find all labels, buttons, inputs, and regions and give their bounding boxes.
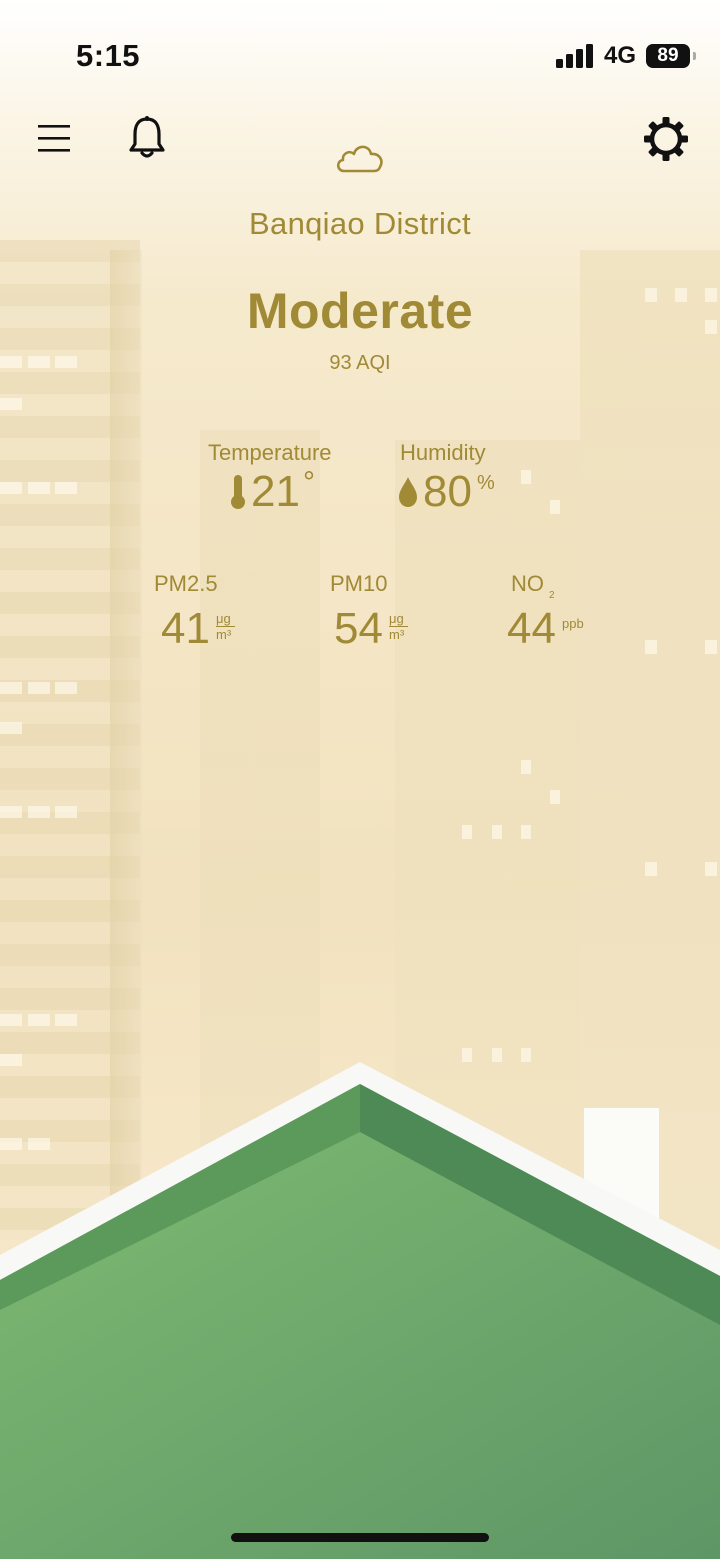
humidity-label: Humidity (400, 440, 486, 465)
signal-icon (555, 44, 593, 68)
pm10-unit-bottom: m³ (389, 627, 405, 642)
settings-button[interactable] (641, 114, 691, 164)
air-quality-level: Moderate (246, 283, 474, 339)
building-window (550, 790, 560, 804)
thermometer-icon (231, 475, 245, 509)
building-window (645, 862, 657, 876)
pm25-label: PM2.5 (154, 571, 218, 596)
building-window (550, 500, 560, 514)
building-window (55, 682, 77, 694)
building-window (521, 825, 531, 839)
building-window (55, 1014, 77, 1026)
building-window (0, 722, 22, 734)
pm25-unit-top: μg (216, 611, 231, 626)
building-window (0, 398, 22, 410)
building-window (0, 1014, 22, 1026)
hamburger-menu-icon (38, 125, 70, 152)
app-screen: 5:15 4G 89 Banqiao District Moderate 93 … (0, 0, 720, 1559)
pm25-value: 41 (161, 604, 210, 653)
pm10-unit-top: μg (389, 611, 404, 626)
battery-level: 89 (657, 45, 679, 66)
temperature-unit: ° (303, 466, 315, 499)
building-window (28, 482, 50, 494)
building-window (0, 482, 22, 494)
no2-label: NO (511, 571, 544, 596)
battery-icon: 89 (646, 44, 696, 68)
building-window (462, 825, 472, 839)
building-window (28, 806, 50, 818)
building-window (55, 482, 77, 494)
humidity-unit: % (477, 472, 495, 494)
humidity-value: 80 (423, 467, 472, 516)
network-type: 4G (603, 42, 636, 69)
pm10-label: PM10 (330, 571, 388, 596)
pm10-value: 54 (334, 604, 383, 653)
building-window (521, 760, 531, 774)
building-window (28, 682, 50, 694)
temperature-value: 21 (251, 467, 300, 516)
water-drop-icon (399, 477, 417, 507)
no2-subscript: 2 (549, 590, 555, 601)
building-window (55, 806, 77, 818)
building-window (705, 640, 717, 654)
no2-unit: ppb (562, 616, 584, 631)
building-window (0, 806, 22, 818)
status-indicators: 4G 89 (555, 42, 696, 70)
house-roof (0, 1062, 720, 1559)
bell-icon (129, 116, 165, 158)
aqi-value: 93 AQI (329, 352, 391, 374)
pm25-unit-bottom: m³ (216, 627, 232, 642)
no2-value: 44 (507, 604, 556, 653)
building-window (492, 825, 502, 839)
notifications-button[interactable] (124, 114, 170, 162)
menu-button[interactable] (34, 118, 74, 158)
building-window (521, 470, 531, 484)
building-window (28, 1014, 50, 1026)
status-time: 5:15 (76, 38, 141, 73)
building-window (645, 640, 657, 654)
district-name: Banqiao District (249, 206, 471, 241)
gear-icon (644, 117, 688, 161)
temperature-label: Temperature (208, 440, 332, 465)
building-window (705, 862, 717, 876)
home-indicator[interactable] (231, 1533, 489, 1542)
cloud-icon (336, 145, 383, 173)
building-window (0, 682, 22, 694)
